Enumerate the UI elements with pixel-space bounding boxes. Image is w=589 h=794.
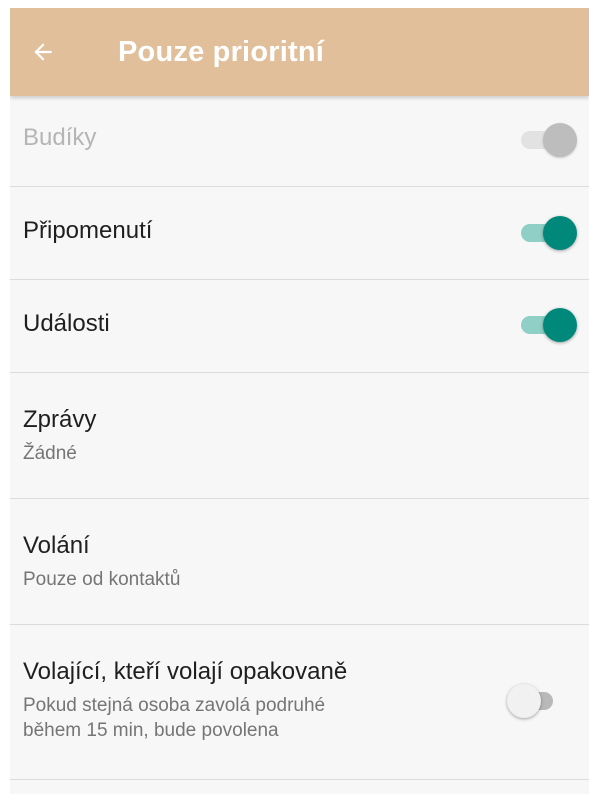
setting-repeat-callers-subtitle-line: Pokud stejná osoba zavolá podruhé: [23, 694, 326, 716]
setting-repeat-callers-title: Volající, kteří volají opakovaně: [23, 658, 348, 685]
setting-calls-title: Volání: [23, 532, 90, 559]
setting-events-text: Události: [23, 310, 110, 339]
setting-repeat-callers-subtitle-line: během 15 min, bude povolena: [23, 719, 279, 741]
setting-messages-title: Zprávy: [23, 406, 97, 433]
app-bar: Pouze prioritní: [10, 8, 589, 96]
switch-thumb: [543, 308, 577, 342]
setting-messages-row[interactable]: Zprávy Žádné: [10, 373, 589, 499]
setting-reminders-switch[interactable]: [519, 214, 577, 252]
setting-repeat-callers-text: Volající, kteří volají opakovaně Pokud s…: [23, 658, 347, 743]
page-title: Pouze prioritní: [118, 35, 324, 68]
setting-alarms-text: Budíky: [23, 124, 96, 153]
setting-calls-row[interactable]: Volání Pouze od kontaktů: [10, 499, 589, 625]
setting-reminders-row[interactable]: Připomenutí: [10, 187, 589, 280]
setting-calls-subtitle: Pouze od kontaktů: [23, 568, 181, 590]
back-button[interactable]: [10, 8, 76, 96]
setting-repeat-callers-switch[interactable]: [507, 682, 565, 720]
switch-thumb: [507, 684, 541, 718]
setting-alarms-switch: [519, 121, 577, 159]
setting-calls-text: Volání Pouze od kontaktů: [23, 532, 180, 592]
setting-reminders-title: Připomenutí: [23, 217, 153, 244]
screen: Pouze prioritní Budíky Připomenutí Událo…: [10, 8, 589, 794]
settings-list: Budíky Připomenutí Události Zprávy Žádné…: [10, 96, 589, 780]
setting-alarms-title: Budíky: [23, 124, 97, 151]
setting-alarms-row: Budíky: [10, 96, 589, 187]
arrow-back-icon: [30, 39, 56, 65]
setting-events-title: Události: [23, 310, 110, 337]
setting-messages-text: Zprávy Žádné: [23, 406, 96, 466]
setting-messages-subtitle: Žádné: [23, 442, 77, 464]
setting-reminders-text: Připomenutí: [23, 217, 152, 246]
setting-events-row[interactable]: Události: [10, 280, 589, 373]
switch-thumb: [543, 123, 577, 157]
setting-repeat-callers-subtitle: Pokud stejná osoba zavolá podruhé během …: [23, 693, 347, 743]
setting-events-switch[interactable]: [519, 306, 577, 344]
switch-thumb: [543, 216, 577, 250]
setting-repeat-callers-row[interactable]: Volající, kteří volají opakovaně Pokud s…: [10, 625, 589, 780]
